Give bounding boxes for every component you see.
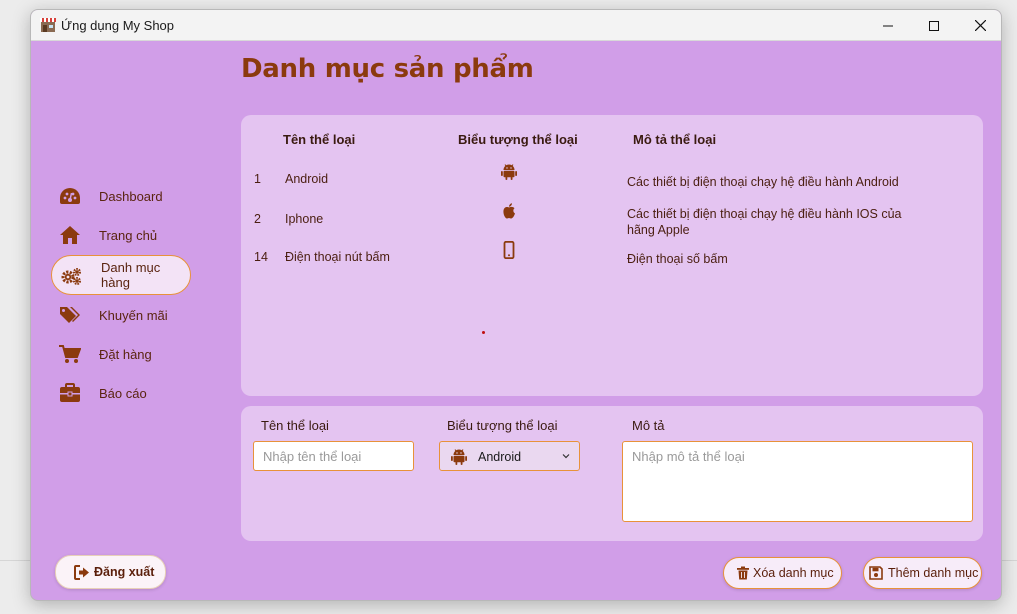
sidebar-item-label: Khuyến mãi — [99, 307, 168, 323]
mobile-phone-icon — [503, 241, 515, 259]
dashboard-icon — [60, 188, 80, 204]
column-header-description: Mô tả thể loại — [633, 132, 717, 147]
chevron-down-icon — [562, 454, 570, 459]
column-header-name: Tên thể loại — [283, 132, 356, 147]
save-icon — [869, 566, 883, 580]
description-label: Mô tả — [632, 418, 665, 433]
android-icon — [451, 449, 467, 465]
sidebar-item-categories[interactable]: Danh mục hàng — [51, 255, 191, 295]
close-icon — [974, 20, 986, 31]
loading-indicator — [482, 331, 485, 334]
row-name: Iphone — [285, 212, 324, 226]
minimize-button[interactable] — [865, 10, 911, 41]
delete-category-button[interactable]: Xóa danh mục — [723, 557, 842, 589]
sidebar-item-home[interactable]: Trang chủ — [51, 215, 191, 255]
sidebar-item-label: Đặt hàng — [99, 346, 152, 362]
row-description: Các thiết bị điện thoại chạy hệ điều hàn… — [627, 207, 902, 237]
sidebar-item-reports[interactable]: Báo cáo — [51, 373, 191, 413]
logout-button[interactable]: Đăng xuất — [55, 555, 166, 589]
delete-label: Xóa danh mục — [753, 566, 834, 580]
briefcase-icon — [60, 383, 80, 402]
cart-icon — [59, 345, 81, 363]
logout-label: Đăng xuất — [94, 565, 155, 579]
row-description: Các thiết bị điện thoại chạy hệ điều hàn… — [627, 175, 899, 189]
row-id: 14 — [254, 250, 268, 264]
icon-select[interactable]: Android — [439, 441, 580, 471]
gears-icon — [61, 268, 81, 285]
sidebar-item-orders[interactable]: Đặt hàng — [51, 334, 191, 374]
maximize-button[interactable] — [911, 10, 957, 41]
sidebar-item-dashboard[interactable]: Dashboard — [51, 176, 191, 216]
row-name: Điện thoại nút bấm — [285, 250, 390, 264]
window-title: Ứng dụng My Shop — [61, 18, 175, 33]
name-label: Tên thể loại — [261, 418, 329, 433]
row-id: 2 — [254, 212, 261, 226]
add-label: Thêm danh mục — [888, 566, 979, 580]
android-icon — [501, 164, 517, 180]
minimize-icon — [883, 25, 893, 26]
apple-icon — [503, 203, 515, 219]
page-title: Danh mục sản phẩm — [241, 54, 534, 84]
close-button[interactable] — [957, 10, 1001, 41]
row-description: Điện thoại số bấm — [627, 252, 728, 266]
maximize-icon — [929, 20, 939, 31]
add-category-button[interactable]: Thêm danh mục — [863, 557, 982, 589]
row-name: Android — [285, 172, 329, 186]
sidebar-item-label: Danh mục hàng — [101, 260, 161, 290]
sidebar-item-promotions[interactable]: Khuyến mãi — [51, 295, 191, 335]
row-id: 1 — [254, 172, 261, 186]
column-header-icon: Biểu tượng thể loại — [458, 132, 578, 147]
icon-label: Biểu tượng thể loại — [447, 418, 558, 433]
app-window: Ứng dụng My Shop Danh mục sản phẩm Dashb… — [30, 9, 1002, 601]
home-icon — [60, 226, 80, 244]
sidebar-item-label: Dashboard — [99, 188, 163, 204]
sidebar-item-label: Báo cáo — [99, 385, 147, 401]
category-description-input[interactable] — [622, 441, 973, 522]
category-form: Tên thể loại Biểu tượng thể loại Android… — [241, 406, 983, 541]
icon-select-value: Android — [478, 450, 522, 464]
category-table: Tên thể loại Biểu tượng thể loại Mô tả t… — [241, 115, 983, 396]
category-name-input[interactable] — [253, 441, 414, 471]
sidebar-item-label: Trang chủ — [99, 227, 158, 243]
title-bar: Ứng dụng My Shop — [31, 10, 1001, 41]
trash-icon — [737, 566, 749, 580]
sign-out-icon — [74, 565, 89, 580]
shop-icon — [40, 18, 56, 32]
tags-icon — [60, 307, 80, 323]
